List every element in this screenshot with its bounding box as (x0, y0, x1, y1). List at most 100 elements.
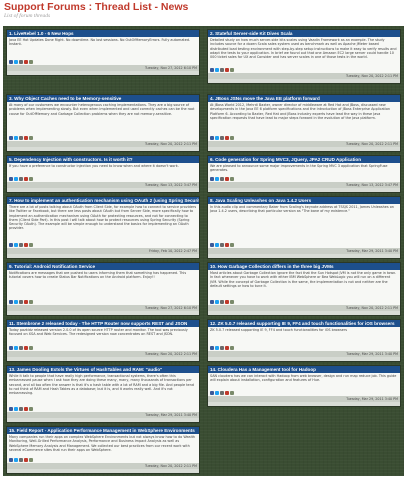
digg-icon[interactable] (19, 243, 23, 247)
google-icon[interactable] (225, 136, 229, 140)
twitter-icon[interactable] (215, 391, 219, 395)
share-icon[interactable] (230, 68, 234, 72)
digg-icon[interactable] (220, 346, 224, 350)
digg-icon[interactable] (220, 300, 224, 304)
twitter-icon[interactable] (215, 68, 219, 72)
twitter-icon[interactable] (215, 177, 219, 181)
digg-icon[interactable] (19, 60, 23, 64)
thread-title-link[interactable]: 7. How to implement an authentication me… (7, 197, 199, 204)
share-icon[interactable] (29, 60, 33, 64)
digg-icon[interactable] (19, 458, 23, 462)
thread-date: Tuesday, Nov 20, 2012 2:11 PM (7, 351, 199, 357)
facebook-icon[interactable] (9, 60, 13, 64)
twitter-icon[interactable] (215, 243, 219, 247)
google-icon[interactable] (225, 243, 229, 247)
thread-title-link[interactable]: 10. How Garbage Collection differs in th… (208, 263, 400, 270)
share-icon[interactable] (29, 177, 33, 181)
digg-icon[interactable] (220, 243, 224, 247)
share-icon[interactable] (230, 346, 234, 350)
google-icon[interactable] (225, 68, 229, 72)
thread-card: 6. Code generation for Spring MVC3, JQue… (207, 155, 401, 193)
google-icon[interactable] (225, 177, 229, 181)
thread-title-link[interactable]: 6. Code generation for Spring MVC3, JQue… (208, 156, 400, 163)
facebook-icon[interactable] (9, 136, 13, 140)
share-icon[interactable] (230, 300, 234, 304)
twitter-icon[interactable] (14, 346, 18, 350)
twitter-icon[interactable] (14, 300, 18, 304)
google-icon[interactable] (225, 391, 229, 395)
share-icon[interactable] (29, 407, 33, 411)
facebook-icon[interactable] (9, 346, 13, 350)
thread-title-link[interactable]: 14. Cloudera Has a Management tool for H… (208, 366, 400, 373)
twitter-icon[interactable] (14, 243, 18, 247)
google-icon[interactable] (24, 60, 28, 64)
thread-title-link[interactable]: 9. Tutorial: Android Notification Servic… (7, 263, 199, 270)
facebook-icon[interactable] (9, 243, 13, 247)
share-icon[interactable] (29, 346, 33, 350)
thread-card: 15. Field Report - Application Performan… (6, 426, 200, 474)
digg-icon[interactable] (19, 346, 23, 350)
digg-icon[interactable] (220, 68, 224, 72)
google-icon[interactable] (24, 300, 28, 304)
thread-date: Friday, Feb 10, 2012 2:47 PM (7, 248, 199, 254)
thread-title-link[interactable]: 1. LiveRebel 1.0 - 6 New Hops (7, 30, 199, 37)
thread-title-link[interactable]: 3. Why Object Caches need to be Memory-s… (7, 95, 199, 102)
thread-title-link[interactable]: 13. James Dooling Extols the Virtues of … (7, 366, 199, 373)
google-icon[interactable] (24, 243, 28, 247)
thread-title-link[interactable]: 2. Stateful Server-side Kit Dives Scala (208, 30, 400, 37)
google-icon[interactable] (225, 300, 229, 304)
digg-icon[interactable] (19, 407, 23, 411)
thread-summary: In this audio clip and commentary Baker … (208, 204, 400, 242)
digg-icon[interactable] (220, 177, 224, 181)
twitter-icon[interactable] (215, 346, 219, 350)
thread-summary: We are pleased to announce some major im… (208, 163, 400, 176)
thread-title-link[interactable]: 8. Java Scaling Unleashes on Java 1.4.2 … (208, 197, 400, 204)
digg-icon[interactable] (19, 177, 23, 181)
facebook-icon[interactable] (9, 407, 13, 411)
twitter-icon[interactable] (14, 136, 18, 140)
digg-icon[interactable] (220, 136, 224, 140)
facebook-icon[interactable] (210, 391, 214, 395)
google-icon[interactable] (24, 177, 28, 181)
share-icon[interactable] (29, 458, 33, 462)
share-icon[interactable] (29, 300, 33, 304)
facebook-icon[interactable] (210, 68, 214, 72)
digg-icon[interactable] (19, 136, 23, 140)
thread-title-link[interactable]: 5. Dependency Injection with constructor… (7, 156, 199, 163)
thread-summary: Today pazkidz released version 2.0.0 of … (7, 327, 199, 345)
google-icon[interactable] (225, 346, 229, 350)
thread-title-link[interactable]: 15. Field Report - Application Performan… (7, 427, 199, 434)
twitter-icon[interactable] (215, 300, 219, 304)
google-icon[interactable] (24, 458, 28, 462)
twitter-icon[interactable] (14, 458, 18, 462)
page-title: Support Forums : Thread List - News (4, 1, 189, 13)
share-icon[interactable] (230, 136, 234, 140)
thread-title-link[interactable]: 4. JBoss JSNs move the Java EE platform … (208, 95, 400, 102)
digg-icon[interactable] (220, 391, 224, 395)
facebook-icon[interactable] (210, 346, 214, 350)
facebook-icon[interactable] (9, 177, 13, 181)
thread-summary: If you have a preference to constructor … (7, 163, 199, 176)
thread-date: Tuesday, Nov 20, 2012 2:11 PM (7, 463, 199, 469)
facebook-icon[interactable] (9, 300, 13, 304)
google-icon[interactable] (24, 136, 28, 140)
twitter-icon[interactable] (14, 177, 18, 181)
google-icon[interactable] (24, 407, 28, 411)
facebook-icon[interactable] (210, 243, 214, 247)
facebook-icon[interactable] (9, 458, 13, 462)
twitter-icon[interactable] (14, 407, 18, 411)
facebook-icon[interactable] (210, 300, 214, 304)
share-icon[interactable] (29, 243, 33, 247)
digg-icon[interactable] (19, 300, 23, 304)
thread-title-link[interactable]: 12. ZK 5.0.7 released supporting IE 9, F… (208, 320, 400, 327)
share-icon[interactable] (29, 136, 33, 140)
twitter-icon[interactable] (215, 136, 219, 140)
facebook-icon[interactable] (210, 136, 214, 140)
thread-title-link[interactable]: 11. Stembrone 2 released today - The HTT… (7, 320, 199, 327)
google-icon[interactable] (24, 346, 28, 350)
twitter-icon[interactable] (14, 60, 18, 64)
share-icon[interactable] (230, 243, 234, 247)
share-icon[interactable] (230, 177, 234, 181)
facebook-icon[interactable] (210, 177, 214, 181)
share-icon[interactable] (230, 391, 234, 395)
